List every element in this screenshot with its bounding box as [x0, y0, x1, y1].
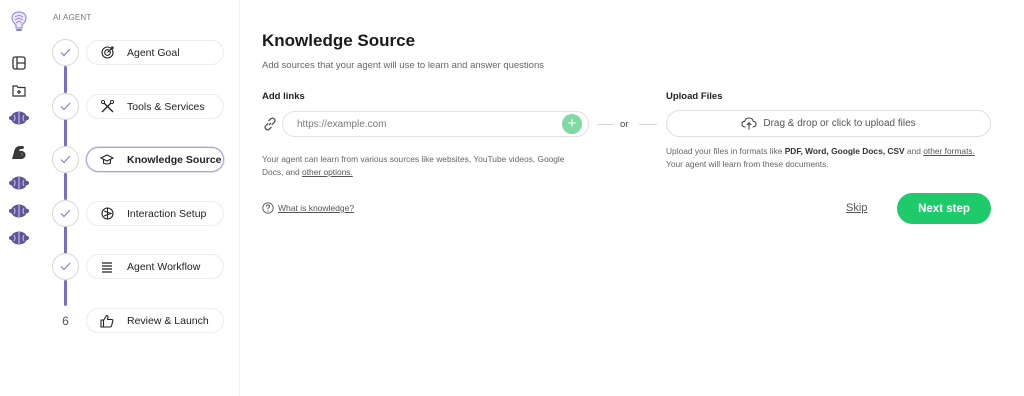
upload-dropzone[interactable]: Drag & drop or click to upload files — [666, 110, 991, 137]
workflow-icon — [100, 260, 114, 274]
agent-brain-icon[interactable] — [7, 200, 31, 222]
link-icon — [262, 116, 278, 132]
icon-rail — [0, 0, 38, 396]
upload-button-label: Drag & drop or click to upload files — [763, 118, 916, 129]
supported-formats: PDF, Word, Google Docs, CSV — [784, 146, 905, 156]
brain-logo-icon[interactable] — [7, 9, 31, 35]
upload-help-and: and — [904, 146, 924, 156]
agent-brain-icon[interactable] — [7, 107, 31, 129]
dashboard-icon[interactable] — [7, 52, 31, 74]
step-tools-services[interactable]: Tools & Services — [86, 94, 224, 119]
upload-help-prefix: Upload your files in formats like — [666, 146, 785, 156]
step-knowledge-source[interactable]: Knowledge Source — [86, 147, 224, 172]
divider — [639, 124, 657, 125]
interaction-icon — [100, 207, 114, 221]
url-input[interactable] — [282, 111, 589, 137]
step-check-icon — [52, 93, 79, 120]
step-connector — [64, 280, 67, 306]
page-title: Knowledge Source — [262, 31, 416, 50]
cloud-upload-icon — [741, 117, 757, 130]
step-label: Knowledge Source — [127, 153, 222, 166]
wizard-title: AI AGENT — [53, 13, 92, 22]
step-number: 6 — [62, 313, 69, 328]
step-agent-workflow[interactable]: Agent Workflow — [86, 254, 224, 279]
upload-files-label: Upload Files — [666, 91, 723, 102]
other-options-link[interactable]: other options. — [302, 167, 353, 177]
step-connector — [64, 173, 67, 200]
step-connector — [64, 66, 67, 93]
add-links-label: Add links — [262, 91, 305, 102]
add-folder-icon[interactable] — [7, 79, 31, 101]
step-check-icon — [52, 146, 79, 173]
upload-help-suffix: Your agent will learn from these documen… — [666, 159, 829, 169]
or-separator: or — [620, 119, 629, 130]
page-subtitle: Add sources that your agent will use to … — [262, 60, 544, 71]
agent-brain-icon[interactable] — [7, 227, 31, 249]
step-label: Review & Launch — [127, 314, 209, 327]
step-label: Agent Workflow — [127, 260, 201, 273]
links-help-text: Your agent can learn from various source… — [262, 153, 582, 179]
step-interaction-setup[interactable]: Interaction Setup — [86, 201, 224, 226]
skip-link[interactable]: Skip — [846, 202, 867, 214]
target-icon — [100, 46, 114, 60]
step-label: Agent Goal — [127, 46, 180, 59]
what-is-knowledge-label: What is knowledge? — [278, 203, 355, 213]
step-connector — [64, 226, 67, 254]
step-review-launch[interactable]: Review & Launch — [86, 308, 224, 333]
graduation-cap-icon — [100, 153, 114, 167]
thumbs-up-icon — [100, 314, 114, 328]
step-label: Interaction Setup — [127, 207, 207, 220]
step-check-icon — [52, 253, 79, 280]
help-circle-icon — [262, 202, 274, 214]
muscle-arm-icon[interactable] — [7, 141, 31, 163]
step-connector — [64, 119, 67, 147]
step-check-icon — [52, 200, 79, 227]
tools-icon — [100, 100, 114, 114]
wizard-sidebar: AI AGENT Agent Goal Tools & Services Kno… — [38, 0, 240, 396]
what-is-knowledge-link[interactable]: What is knowledge? — [262, 202, 354, 214]
next-step-button[interactable]: Next step — [897, 193, 991, 224]
step-agent-goal[interactable]: Agent Goal — [86, 40, 224, 65]
other-formats-link[interactable]: other formats. — [923, 146, 975, 156]
divider — [598, 124, 614, 125]
upload-help-text: Upload your files in formats like PDF, W… — [666, 145, 996, 171]
step-label: Tools & Services — [127, 100, 205, 113]
step-check-icon — [52, 39, 79, 66]
agent-brain-icon[interactable] — [7, 172, 31, 194]
add-link-button[interactable]: + — [562, 114, 582, 134]
